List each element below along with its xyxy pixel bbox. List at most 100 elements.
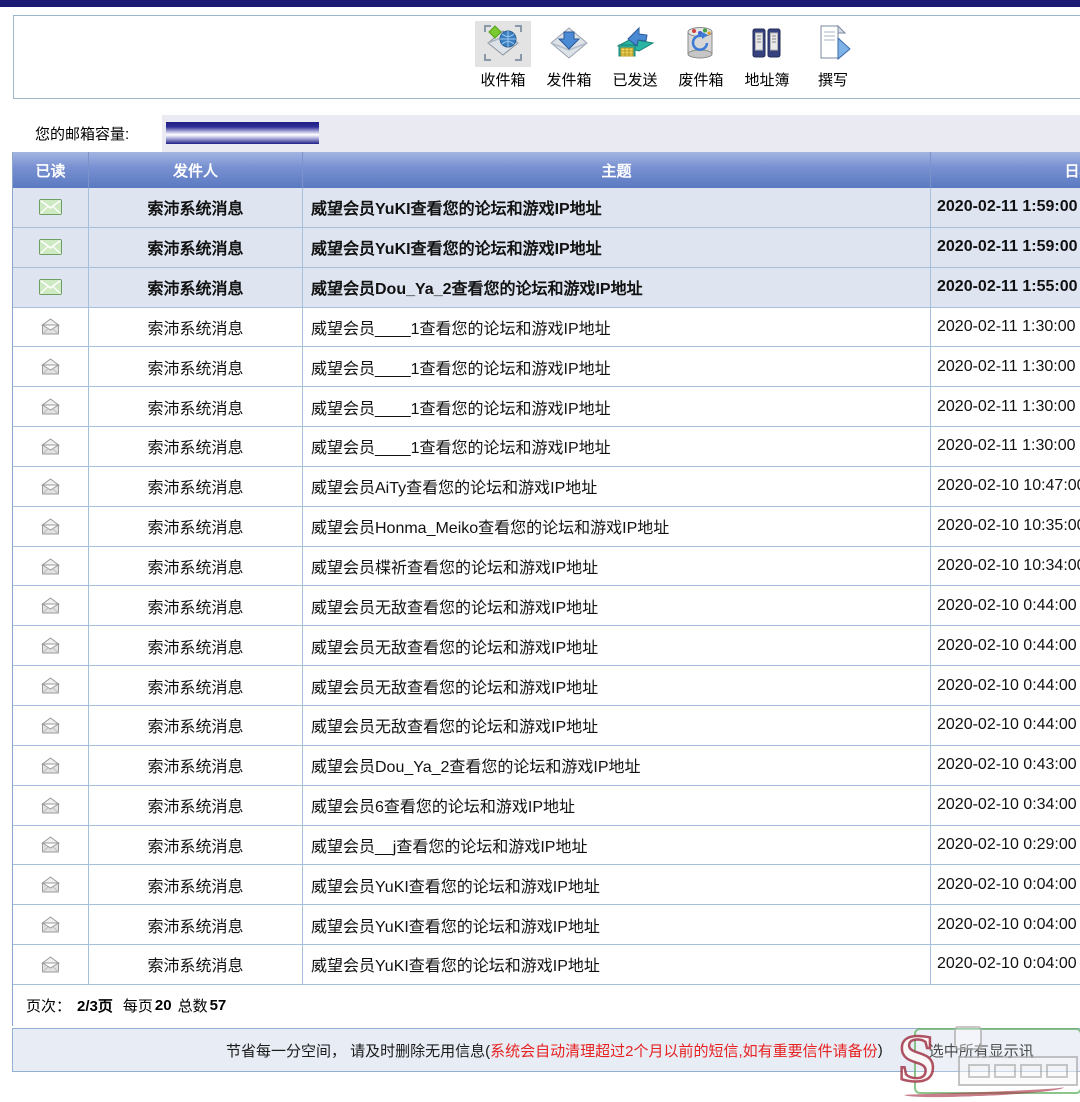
mail-status-cell — [13, 387, 89, 426]
mail-sender: 索沛系统消息 — [89, 626, 303, 665]
mail-read-icon — [39, 876, 62, 893]
mail-subject: 威望会员无敌查看您的论坛和游戏IP地址 — [303, 586, 931, 625]
table-row[interactable]: 索沛系统消息威望会员Dou_Ya_2查看您的论坛和游戏IP地址2020-02-1… — [13, 746, 1080, 786]
toolbar-item-addressbook[interactable]: 地址簿 — [738, 21, 796, 90]
table-row[interactable]: 索沛系统消息威望会员__j查看您的论坛和游戏IP地址2020-02-10 0:2… — [13, 826, 1080, 866]
toolbar-item-label: 废件箱 — [678, 69, 723, 90]
notice-text: 节省每一分空间， 请及时删除无用信息( — [226, 1040, 490, 1061]
mail-subject: 威望会员Dou_Ya_2查看您的论坛和游戏IP地址 — [303, 268, 931, 307]
notice-bar: 节省每一分空间， 请及时删除无用信息(系统会自动清理超过2个月以前的短信,如有重… — [12, 1028, 1080, 1072]
table-row[interactable]: 索沛系统消息威望会员YuKI查看您的论坛和游戏IP地址2020-02-10 0:… — [13, 865, 1080, 905]
table-row[interactable]: 索沛系统消息威望会员无敌查看您的论坛和游戏IP地址2020-02-10 0:44… — [13, 626, 1080, 666]
toolbar-item-label: 发件箱 — [546, 69, 591, 90]
mail-sender: 索沛系统消息 — [89, 188, 303, 227]
mail-read-icon — [39, 637, 62, 654]
header-sender: 发件人 — [89, 152, 303, 188]
mail-sender: 索沛系统消息 — [89, 586, 303, 625]
mail-unread-icon — [39, 279, 62, 295]
mail-read-icon — [39, 438, 62, 455]
mail-sender: 索沛系统消息 — [89, 547, 303, 586]
toolbar-item-outbox[interactable]: 发件箱 — [540, 21, 598, 90]
mail-sender: 索沛系统消息 — [89, 706, 303, 745]
table-row[interactable]: 索沛系统消息威望会员____1查看您的论坛和游戏IP地址2020-02-11 1… — [13, 308, 1080, 348]
mail-sender: 索沛系统消息 — [89, 507, 303, 546]
table-row[interactable]: 索沛系统消息威望会员YuKI查看您的论坛和游戏IP地址2020-02-11 1:… — [13, 228, 1080, 268]
notice-red-text: 系统会自动清理超过2个月以前的短信,如有重要信件请备份 — [490, 1040, 878, 1061]
mail-read-icon — [39, 757, 62, 774]
table-row[interactable]: 索沛系统消息威望会员YuKI查看您的论坛和游戏IP地址2020-02-11 1:… — [13, 188, 1080, 228]
mail-subject: 威望会员YuKI查看您的论坛和游戏IP地址 — [303, 945, 931, 984]
mail-status-cell — [13, 905, 89, 944]
table-row[interactable]: 索沛系统消息威望会员____1查看您的论坛和游戏IP地址2020-02-11 1… — [13, 427, 1080, 467]
table-row[interactable]: 索沛系统消息威望会员YuKI查看您的论坛和游戏IP地址2020-02-10 0:… — [13, 945, 1080, 985]
table-row[interactable]: 索沛系统消息威望会员6查看您的论坛和游戏IP地址2020-02-10 0:34:… — [13, 786, 1080, 826]
mail-read-icon — [39, 956, 62, 973]
mail-table-body: 索沛系统消息威望会员YuKI查看您的论坛和游戏IP地址2020-02-11 1:… — [13, 188, 1080, 985]
table-row[interactable]: 索沛系统消息威望会员Dou_Ya_2查看您的论坛和游戏IP地址2020-02-1… — [13, 268, 1080, 308]
mail-status-cell — [13, 188, 89, 227]
table-row[interactable]: 索沛系统消息威望会员Honma_Meiko查看您的论坛和游戏IP地址2020-0… — [13, 507, 1080, 547]
table-row[interactable]: 索沛系统消息威望会员楪祈查看您的论坛和游戏IP地址2020-02-10 10:3… — [13, 547, 1080, 587]
mail-sender: 索沛系统消息 — [89, 467, 303, 506]
mail-subject: 威望会员无敌查看您的论坛和游戏IP地址 — [303, 666, 931, 705]
select-all-shown-link[interactable]: 选中所有显示讯 — [929, 1040, 1034, 1061]
inbox-icon — [475, 21, 531, 67]
pager-per-label: 每页 — [123, 995, 153, 1016]
mail-subject: 威望会员YuKI查看您的论坛和游戏IP地址 — [303, 228, 931, 267]
mail-subject: 威望会员Dou_Ya_2查看您的论坛和游戏IP地址 — [303, 746, 931, 785]
mail-read-icon — [39, 518, 62, 535]
mail-status-cell — [13, 945, 89, 984]
table-row[interactable]: 索沛系统消息威望会员无敌查看您的论坛和游戏IP地址2020-02-10 0:44… — [13, 586, 1080, 626]
mail-sender: 索沛系统消息 — [89, 387, 303, 426]
mail-subject: 威望会员无敌查看您的论坛和游戏IP地址 — [303, 706, 931, 745]
mail-read-icon — [39, 717, 62, 734]
toolbar-item-sent[interactable]: 已发送 — [606, 21, 664, 90]
mail-sender: 索沛系统消息 — [89, 228, 303, 267]
mail-date: 2020-02-11 1:59:00 — [931, 188, 1080, 227]
table-row[interactable]: 索沛系统消息威望会员无敌查看您的论坛和游戏IP地址2020-02-10 0:44… — [13, 706, 1080, 746]
mail-table-header: 已读 发件人 主题 日期 — [13, 152, 1080, 188]
toolbar-item-label: 撰写 — [818, 69, 848, 90]
mailbox-capacity-section: 您的邮箱容量: — [12, 115, 1080, 152]
pager-total-label: 总数 — [178, 995, 208, 1016]
mail-date: 2020-02-10 10:34:00 — [931, 547, 1080, 586]
table-row[interactable]: 索沛系统消息威望会员AiTy查看您的论坛和游戏IP地址2020-02-10 10… — [13, 467, 1080, 507]
header-subject: 主题 — [303, 152, 931, 188]
mail-date: 2020-02-10 0:04:00 — [931, 865, 1080, 904]
table-row[interactable]: 索沛系统消息威望会员YuKI查看您的论坛和游戏IP地址2020-02-10 0:… — [13, 905, 1080, 945]
mail-subject: 威望会员YuKI查看您的论坛和游戏IP地址 — [303, 865, 931, 904]
mail-status-cell — [13, 666, 89, 705]
mail-unread-icon — [39, 199, 62, 215]
table-row[interactable]: 索沛系统消息威望会员____1查看您的论坛和游戏IP地址2020-02-11 1… — [13, 387, 1080, 427]
mail-subject: 威望会员YuKI查看您的论坛和游戏IP地址 — [303, 188, 931, 227]
toolbar-item-trash[interactable]: 废件箱 — [672, 21, 730, 90]
mail-subject: 威望会员____1查看您的论坛和游戏IP地址 — [303, 308, 931, 347]
mail-status-cell — [13, 467, 89, 506]
mail-date: 2020-02-10 10:47:00 — [931, 467, 1080, 506]
mail-date: 2020-02-10 0:44:00 — [931, 706, 1080, 745]
mail-date: 2020-02-11 1:30:00 — [931, 387, 1080, 426]
mail-sender: 索沛系统消息 — [89, 746, 303, 785]
mail-status-cell — [13, 826, 89, 865]
mail-sender: 索沛系统消息 — [89, 427, 303, 466]
table-row[interactable]: 索沛系统消息威望会员无敌查看您的论坛和游戏IP地址2020-02-10 0:44… — [13, 666, 1080, 706]
mail-status-cell — [13, 626, 89, 665]
mail-sender: 索沛系统消息 — [89, 268, 303, 307]
toolbar-item-label: 已发送 — [612, 69, 657, 90]
mail-date: 2020-02-11 1:30:00 — [931, 347, 1080, 386]
toolbar-item-inbox[interactable]: 收件箱 — [474, 21, 532, 90]
mail-date: 2020-02-11 1:59:00 — [931, 228, 1080, 267]
table-row[interactable]: 索沛系统消息威望会员____1查看您的论坛和游戏IP地址2020-02-11 1… — [13, 347, 1080, 387]
pager-bar: 页次： 2/3页 每页 20 总数 57 — [12, 985, 1080, 1026]
mail-status-cell — [13, 427, 89, 466]
mail-sender: 索沛系统消息 — [89, 826, 303, 865]
mail-subject: 威望会员____1查看您的论坛和游戏IP地址 — [303, 347, 931, 386]
mail-sender: 索沛系统消息 — [89, 786, 303, 825]
header-read: 已读 — [13, 152, 89, 188]
mail-read-icon — [39, 358, 62, 375]
toolbar-item-compose[interactable]: 撰写 — [804, 21, 862, 90]
mail-read-icon — [39, 836, 62, 853]
mail-read-icon — [39, 478, 62, 495]
mail-date: 2020-02-10 0:44:00 — [931, 666, 1080, 705]
mail-status-cell — [13, 586, 89, 625]
